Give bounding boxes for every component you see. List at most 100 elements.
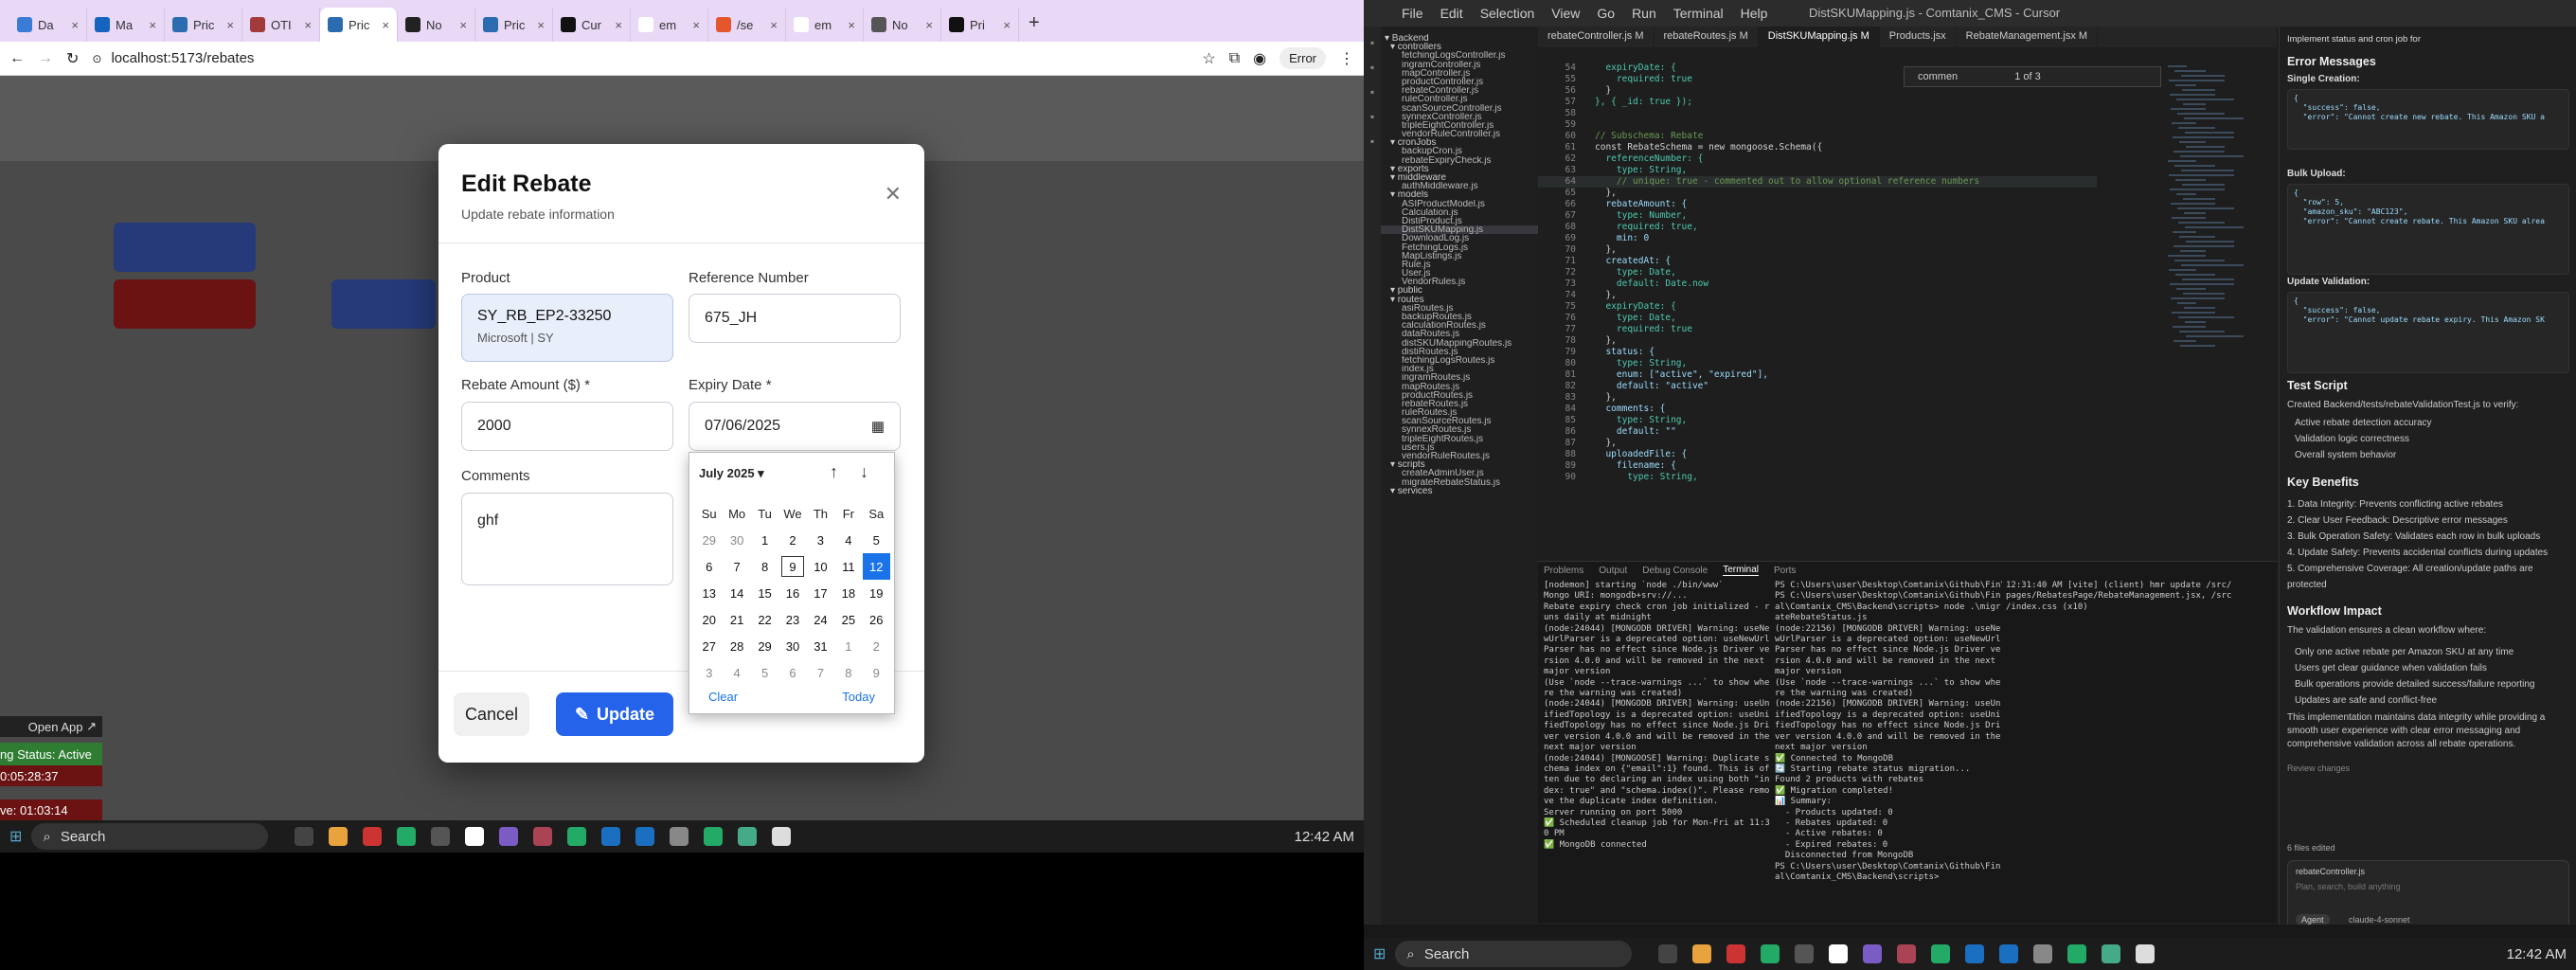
menu-item-edit[interactable]: Edit	[1440, 6, 1463, 21]
taskbar-app-icon[interactable]	[1692, 944, 1712, 963]
explorer-file[interactable]: tripleEightController.js	[1381, 121, 1538, 130]
explorer-file[interactable]: ingramController.js	[1381, 61, 1538, 69]
calendar-day[interactable]: 25	[834, 606, 862, 633]
calendar-day[interactable]: 30	[778, 633, 806, 659]
taskbar-app-icon[interactable]	[2067, 944, 2087, 963]
month-year-select[interactable]: July 2025 ▾	[699, 466, 764, 481]
panel-tab[interactable]: Ports	[1774, 566, 1796, 576]
bookmark-star-icon[interactable]: ☆	[1202, 49, 1215, 68]
taskbar-app-icon[interactable]	[738, 827, 758, 846]
calendar-day[interactable]: 19	[863, 580, 890, 606]
taskbar-app-icon[interactable]	[2102, 944, 2121, 963]
editor-tab[interactable]: RebateManagement.jsx M	[1957, 27, 2099, 47]
taskbar-app-icon[interactable]	[1658, 944, 1678, 963]
taskbar-app-icon[interactable]	[1999, 944, 2019, 963]
calendar-icon[interactable]: ▦	[871, 418, 885, 435]
taskbar-app-icon[interactable]	[1863, 944, 1883, 963]
explorer-file[interactable]: createAdminUser.js	[1381, 469, 1538, 477]
explorer-file[interactable]: vendorRuleRoutes.js	[1381, 452, 1538, 460]
explorer-file[interactable]: rebateExpiryCheck.js	[1381, 156, 1538, 165]
close-tab-icon[interactable]: ×	[692, 18, 700, 32]
taskbar-app-icon[interactable]	[431, 827, 451, 846]
close-tab-icon[interactable]: ×	[149, 18, 156, 32]
menu-item-help[interactable]: Help	[1741, 6, 1768, 21]
explorer-file[interactable]: dataRoutes.js	[1381, 330, 1538, 338]
reload-icon[interactable]: ↻	[66, 49, 79, 68]
calendar-day[interactable]: 12	[862, 553, 890, 580]
profile-icon[interactable]: ◉	[1253, 49, 1266, 68]
taskbar-app-icon[interactable]	[567, 827, 587, 846]
calendar-day[interactable]: 10	[807, 553, 834, 580]
explorer-file[interactable]: fetchingLogsController.js	[1381, 51, 1538, 60]
close-tab-icon[interactable]: ×	[848, 18, 855, 32]
taskbar-app-icon[interactable]	[1795, 944, 1815, 963]
next-month-icon[interactable]: ↓	[860, 462, 868, 482]
menu-item-run[interactable]: Run	[1632, 6, 1656, 21]
explorer-file[interactable]: productRoutes.js	[1381, 391, 1538, 400]
today-button[interactable]: Today	[842, 690, 875, 704]
panel-tab[interactable]: Output	[1599, 566, 1627, 576]
site-info-icon[interactable]: ⊙	[92, 52, 101, 65]
review-changes-link[interactable]: Review changes	[2287, 763, 2350, 773]
expiry-date-input[interactable]: 07/06/2025 ▦	[689, 402, 901, 451]
taskbar-app-icon[interactable]	[772, 827, 792, 846]
browser-menu-icon[interactable]: ⋮	[1339, 49, 1354, 68]
calendar-day[interactable]: 3	[695, 659, 723, 686]
explorer-file[interactable]: Calculation.js	[1381, 208, 1538, 217]
calendar-day[interactable]: 9	[778, 553, 806, 580]
explorer-file[interactable]: users.js	[1381, 443, 1538, 452]
browser-tab[interactable]: Pric ×	[165, 8, 242, 42]
url-field[interactable]: ⊙ localhost:5173/rebates	[92, 45, 1190, 72]
extensions-icon[interactable]: ▪	[1364, 135, 1381, 148]
windows-start-icon[interactable]: ⊞	[9, 827, 22, 846]
windows-start-icon[interactable]: ⊞	[1373, 944, 1386, 963]
menu-item-file[interactable]: File	[1402, 6, 1423, 21]
calendar-day[interactable]: 6	[695, 553, 723, 580]
taskbar-search[interactable]: ⌕ Search	[31, 823, 269, 850]
explorer-file[interactable]: MapListings.js	[1381, 252, 1538, 260]
terminal-scripts[interactable]: PS C:\Users\user\Desktop\Comtanix\Github…	[1775, 581, 2002, 922]
taskbar-app-icon[interactable]	[533, 827, 553, 846]
browser-tab[interactable]: /se ×	[708, 8, 786, 42]
files-icon[interactable]: ▪	[1364, 36, 1381, 49]
explorer-file[interactable]: distiRoutes.js	[1381, 348, 1538, 356]
explorer-folder[interactable]: ▾ models	[1381, 190, 1538, 199]
menu-item-go[interactable]: Go	[1597, 6, 1615, 21]
browser-tab[interactable]: Pric ×	[320, 8, 398, 42]
panel-tab[interactable]: Problems	[1544, 566, 1583, 576]
comments-textarea[interactable]: ghf	[461, 493, 673, 585]
browser-tab[interactable]: OTI ×	[242, 8, 320, 42]
close-tab-icon[interactable]: ×	[770, 18, 778, 32]
code-editor[interactable]: 54 expiryDate: {55 required: true 56 } 57}…	[1538, 63, 2097, 555]
attached-file-chip[interactable]: rebateController.js	[2296, 867, 2365, 876]
browser-tab[interactable]: Pric ×	[475, 8, 553, 42]
calendar-day[interactable]: 9	[863, 659, 890, 686]
explorer-file[interactable]: authMiddleware.js	[1381, 182, 1538, 190]
calendar-day[interactable]: 31	[807, 633, 834, 659]
calendar-day[interactable]: 15	[751, 580, 778, 606]
calendar-day[interactable]: 4	[834, 527, 862, 553]
taskbar-search[interactable]: ⌕ Search	[1395, 941, 1633, 967]
explorer-file[interactable]: tripleEightRoutes.js	[1381, 435, 1538, 443]
explorer-folder[interactable]: ▾ cronJobs	[1381, 138, 1538, 147]
close-tab-icon[interactable]: ×	[615, 18, 622, 32]
taskbar-app-icon[interactable]	[1897, 944, 1917, 963]
calendar-day[interactable]: 18	[834, 580, 862, 606]
explorer-file[interactable]: migrateRebateStatus.js	[1381, 478, 1538, 487]
explorer-folder[interactable]: ▾ routes	[1381, 296, 1538, 304]
explorer-file[interactable]: rebateController.js	[1381, 86, 1538, 95]
taskbar-app-icon[interactable]	[1726, 944, 1746, 963]
calendar-day[interactable]: 4	[723, 659, 750, 686]
explorer-file[interactable]: asiRoutes.js	[1381, 304, 1538, 313]
calendar-day[interactable]: 2	[863, 633, 890, 659]
files-edited-summary[interactable]: 6 files edited	[2287, 843, 2335, 853]
explorer-file[interactable]: FetchingLogs.js	[1381, 243, 1538, 252]
debug-icon[interactable]: ▪	[1364, 110, 1381, 123]
explorer-folder[interactable]: ▾ exports	[1381, 165, 1538, 173]
clear-date-button[interactable]: Clear	[708, 690, 738, 704]
taskbar-app-icon[interactable]	[635, 827, 655, 846]
explorer-file[interactable]: backupRoutes.js	[1381, 313, 1538, 321]
explorer-folder[interactable]: ▾ public	[1381, 286, 1538, 295]
explorer-folder[interactable]: ▾ controllers	[1381, 43, 1538, 51]
explorer-file[interactable]: VendorRules.js	[1381, 278, 1538, 286]
